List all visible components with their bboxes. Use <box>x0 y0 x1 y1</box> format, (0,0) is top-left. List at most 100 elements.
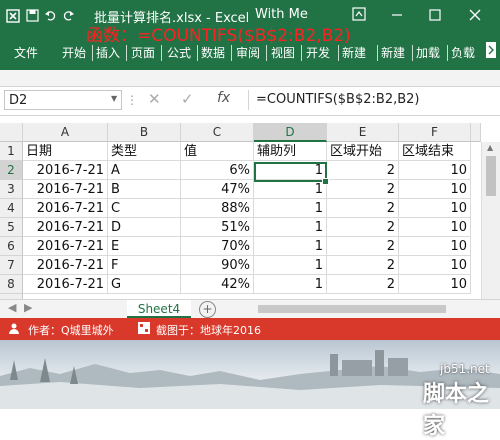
undo-icon[interactable] <box>44 9 57 25</box>
tab-scroll-right-icon[interactable] <box>486 42 496 61</box>
scroll-up-icon[interactable]: ▲ <box>487 143 493 152</box>
cell-range-start[interactable]: 2 <box>327 218 399 237</box>
tab-new-1[interactable]: 新建 <box>342 44 366 61</box>
column-header-f[interactable]: F <box>399 123 471 142</box>
row-header-3[interactable]: 3 <box>0 180 23 199</box>
cell-range-start[interactable]: 2 <box>327 180 399 199</box>
close-icon[interactable] <box>456 2 494 30</box>
tab-new-2[interactable]: 新建 <box>381 44 405 61</box>
fill-handle[interactable] <box>322 178 329 185</box>
tab-home[interactable]: 开始 <box>62 44 86 61</box>
enter-icon[interactable]: ✓ <box>181 90 194 108</box>
tab-file[interactable]: 文件 <box>14 44 38 61</box>
cell-helper[interactable]: 1 <box>254 180 327 199</box>
user-name[interactable]: With Me <box>255 7 308 22</box>
cell-date[interactable]: 2016-7-21 <box>23 256 108 275</box>
cell-date[interactable]: 2016-7-21 <box>23 199 108 218</box>
header-cell-type[interactable]: 类型 <box>108 142 181 161</box>
header-cell-helper[interactable]: 辅助列 <box>254 142 327 161</box>
cell-value[interactable]: 6% <box>181 161 254 180</box>
row-header-2[interactable]: 2 <box>0 161 23 180</box>
row-header-6[interactable]: 6 <box>0 237 23 256</box>
cell-value[interactable]: 47% <box>181 180 254 199</box>
cell-range-start[interactable]: 2 <box>327 275 399 294</box>
cell-range-start[interactable]: 2 <box>327 237 399 256</box>
cell-date[interactable]: 2016-7-21 <box>23 180 108 199</box>
cell-type[interactable]: E <box>108 237 181 256</box>
cell-type[interactable]: F <box>108 256 181 275</box>
cell-type[interactable]: A <box>108 161 181 180</box>
maximize-icon[interactable] <box>416 2 454 30</box>
row-header-1[interactable]: 1 <box>0 142 23 161</box>
row-header-4[interactable]: 4 <box>0 199 23 218</box>
sheet-tab-active[interactable]: Sheet4 <box>127 300 191 318</box>
column-header-e[interactable]: E <box>327 123 399 142</box>
cell-value[interactable]: 90% <box>181 256 254 275</box>
sheet-prev-icon[interactable]: ◀ <box>8 301 16 314</box>
cell-range-start[interactable]: 2 <box>327 161 399 180</box>
cell-helper[interactable]: 1 <box>254 237 327 256</box>
chevron-down-icon[interactable]: ▼ <box>111 94 117 103</box>
cell-helper[interactable]: 1 <box>254 275 327 294</box>
minimize-icon[interactable] <box>378 2 416 30</box>
cell-type[interactable]: D <box>108 218 181 237</box>
column-header-g[interactable] <box>471 123 481 142</box>
row-header-8[interactable]: 8 <box>0 275 23 294</box>
name-box[interactable]: D2 <box>4 90 122 110</box>
cell-helper[interactable]: 1 <box>254 161 327 180</box>
scroll-thumb[interactable] <box>486 156 496 196</box>
header-cell-range-end[interactable]: 区域结束 <box>399 142 471 161</box>
tab-insert[interactable]: 插入 <box>96 44 120 61</box>
sheet-next-icon[interactable]: ▶ <box>24 301 32 314</box>
cell-type[interactable]: G <box>108 275 181 294</box>
row-header-5[interactable]: 5 <box>0 218 23 237</box>
cell-helper[interactable]: 1 <box>254 256 327 275</box>
cell-range-end[interactable]: 10 <box>399 218 471 237</box>
cell-type[interactable]: B <box>108 180 181 199</box>
save-icon[interactable] <box>26 9 39 25</box>
formula-input[interactable]: =COUNTIFS($B$2:B2,B2) <box>256 92 419 107</box>
column-header-d[interactable]: D <box>254 123 327 142</box>
cell-range-end[interactable]: 10 <box>399 256 471 275</box>
cell-range-start[interactable]: 2 <box>327 199 399 218</box>
cell-date[interactable]: 2016-7-21 <box>23 161 108 180</box>
cell-type[interactable]: C <box>108 199 181 218</box>
column-header-a[interactable]: A <box>23 123 108 142</box>
cell-range-end[interactable]: 10 <box>399 161 471 180</box>
tab-addins[interactable]: 加载 <box>416 44 440 61</box>
cell-value[interactable]: 70% <box>181 237 254 256</box>
tab-review[interactable]: 审阅 <box>236 44 260 61</box>
column-header-c[interactable]: C <box>181 123 254 142</box>
redo-icon[interactable] <box>62 9 75 25</box>
vertical-scrollbar[interactable]: ▲ <box>481 142 500 299</box>
cancel-icon[interactable]: ✕ <box>148 90 161 108</box>
cell-helper[interactable]: 1 <box>254 199 327 218</box>
tab-formulas[interactable]: 公式 <box>167 44 191 61</box>
header-cell-range-start[interactable]: 区域开始 <box>327 142 399 161</box>
tab-view[interactable]: 视图 <box>271 44 295 61</box>
cell-date[interactable]: 2016-7-21 <box>23 237 108 256</box>
cell-value[interactable]: 51% <box>181 218 254 237</box>
tab-data[interactable]: 数据 <box>201 44 225 61</box>
insert-function-icon[interactable]: fx <box>217 90 230 106</box>
cell-range-start[interactable]: 2 <box>327 256 399 275</box>
add-sheet-button[interactable]: + <box>199 301 216 318</box>
cell-range-end[interactable]: 10 <box>399 237 471 256</box>
cell-range-end[interactable]: 10 <box>399 275 471 294</box>
tab-load[interactable]: 负载 <box>451 44 475 61</box>
row-header-7[interactable]: 7 <box>0 256 23 275</box>
horizontal-scrollbar[interactable] <box>258 305 446 313</box>
cell-date[interactable]: 2016-7-21 <box>23 218 108 237</box>
cell-helper[interactable]: 1 <box>254 218 327 237</box>
cell-value[interactable]: 42% <box>181 275 254 294</box>
cell-range-end[interactable]: 10 <box>399 180 471 199</box>
header-cell-value[interactable]: 值 <box>181 142 254 161</box>
cell-date[interactable]: 2016-7-21 <box>23 275 108 294</box>
tab-developer[interactable]: 开发 <box>306 44 330 61</box>
cell-range-end[interactable]: 10 <box>399 199 471 218</box>
cell-value[interactable]: 88% <box>181 199 254 218</box>
header-cell-date[interactable]: 日期 <box>23 142 108 161</box>
tab-page-layout[interactable]: 页面 <box>131 44 155 61</box>
select-all-corner[interactable] <box>0 123 23 142</box>
column-header-b[interactable]: B <box>108 123 181 142</box>
